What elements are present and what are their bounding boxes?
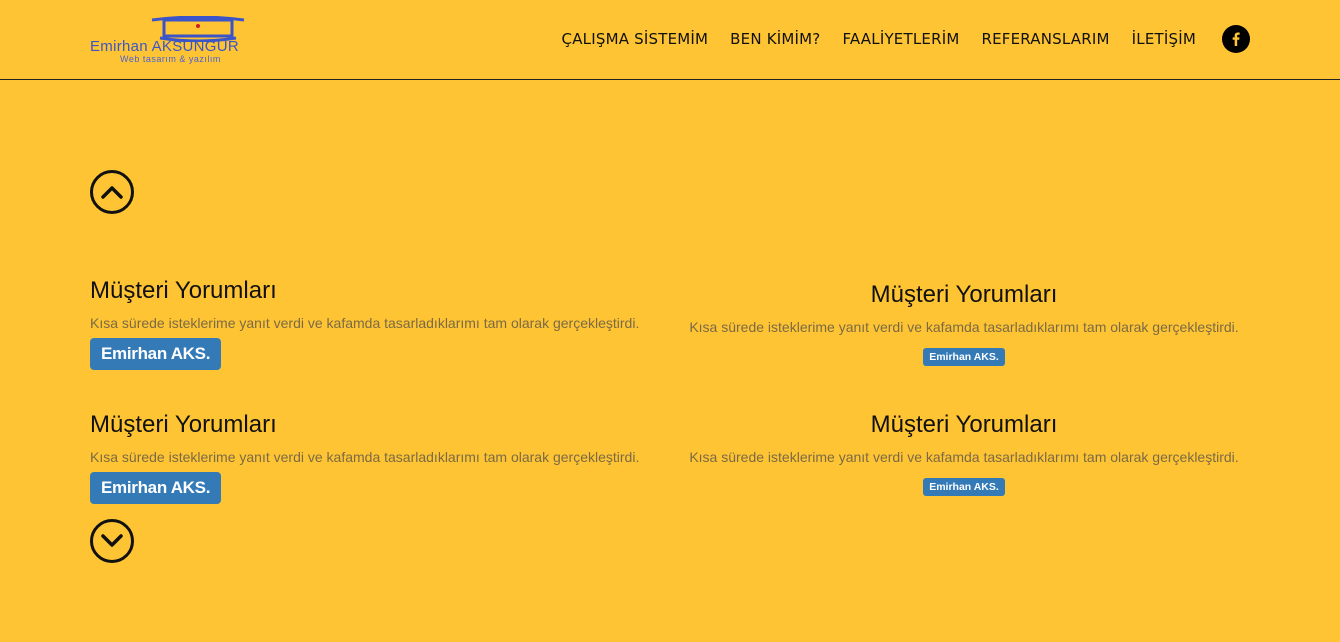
review-text: Kısa sürede isteklerime yanıt verdi ve k… xyxy=(90,449,640,465)
logo-tagline: Web tasarım & yazılım xyxy=(120,54,221,64)
review-text: Kısa sürede isteklerime yanıt verdi ve k… xyxy=(689,319,1239,335)
review-card: Müşteri Yorumları Kısa sürede isteklerim… xyxy=(684,411,1244,496)
review-text: Kısa sürede isteklerime yanıt verdi ve k… xyxy=(689,449,1239,465)
nav-item-faaliyetlerim[interactable]: FAALİYETLERİM xyxy=(842,25,959,53)
slider-prev-button[interactable] xyxy=(90,170,134,214)
chevron-up-icon xyxy=(101,186,123,199)
review-title: Müşteri Yorumları xyxy=(870,411,1058,438)
site-logo[interactable]: Emirhan AKSUNGUR Web tasarım & yazılım xyxy=(90,16,304,66)
nav-item-calisma-sistemim[interactable]: ÇALIŞMA SİSTEMİM xyxy=(562,25,709,53)
review-title: Müşteri Yorumları xyxy=(870,281,1058,308)
review-card: Müşteri Yorumları Kısa sürede isteklerim… xyxy=(90,411,639,504)
site-header: Emirhan AKSUNGUR Web tasarım & yazılım Ç… xyxy=(0,0,1340,80)
review-author-badge: Emirhan AKS. xyxy=(90,472,222,504)
review-author-badge: Emirhan AKS. xyxy=(923,348,1005,366)
review-title: Müşteri Yorumları xyxy=(90,277,277,304)
review-title: Müşteri Yorumları xyxy=(90,411,277,438)
nav-item-referanslarim[interactable]: REFERANSLARIM xyxy=(981,25,1109,53)
review-author-badge: Emirhan AKS. xyxy=(90,338,222,370)
slider-next-button[interactable] xyxy=(90,519,134,563)
chevron-down-icon xyxy=(101,534,123,547)
facebook-link[interactable] xyxy=(1222,25,1250,53)
logo-name: Emirhan AKSUNGUR xyxy=(90,38,240,55)
review-card: Müşteri Yorumları Kısa sürede isteklerim… xyxy=(90,277,639,370)
facebook-icon xyxy=(1232,32,1240,46)
main-nav: ÇALIŞMA SİSTEMİM BEN KİMİM? FAALİYETLERİ… xyxy=(540,25,1250,53)
review-author-badge: Emirhan AKS. xyxy=(923,478,1005,496)
nav-item-iletisim[interactable]: İLETİŞİM xyxy=(1132,25,1196,53)
review-text: Kısa sürede isteklerime yanıt verdi ve k… xyxy=(90,315,640,331)
review-card: Müşteri Yorumları Kısa sürede isteklerim… xyxy=(684,281,1244,366)
nav-item-ben-kimim[interactable]: BEN KİMİM? xyxy=(730,25,820,53)
